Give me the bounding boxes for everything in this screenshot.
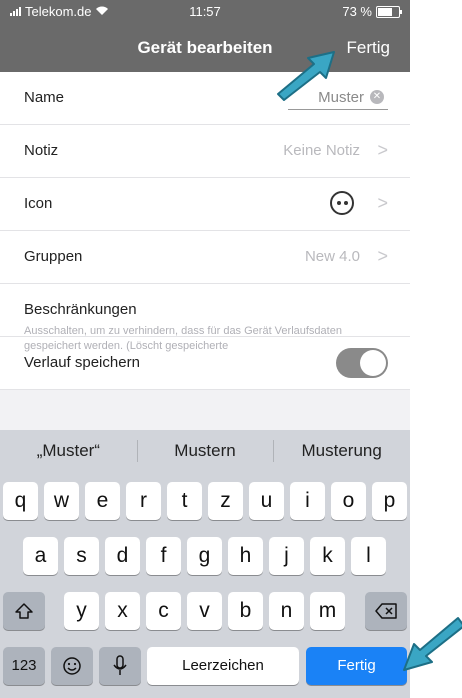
key-m[interactable]: m — [310, 592, 345, 630]
row-icon-label: Icon — [24, 195, 53, 212]
row-gruppen[interactable]: Gruppen New 4.0 > — [0, 231, 410, 284]
key-y[interactable]: y — [64, 592, 99, 630]
row-beschraenkungen-label: Beschränkungen — [24, 301, 137, 318]
suggestion-item[interactable]: „Muster“ — [0, 430, 137, 472]
row-verlauf-label: Verlauf speichern — [24, 354, 140, 371]
emoji-icon — [63, 657, 81, 675]
key-z[interactable]: z — [208, 482, 243, 520]
space-key[interactable]: Leerzeichen — [147, 647, 299, 685]
navigation-bar: Telekom.de 11:57 73 % Gerät bearbeiten F… — [0, 0, 410, 72]
battery-icon — [376, 5, 402, 18]
shift-key[interactable] — [3, 592, 45, 630]
dictation-key[interactable] — [99, 647, 141, 685]
device-icon — [330, 191, 354, 215]
key-v[interactable]: v — [187, 592, 222, 630]
suggestion-item[interactable]: Mustern — [136, 430, 274, 472]
key-q[interactable]: q — [3, 482, 38, 520]
annotation-arrow-icon — [277, 51, 335, 101]
row-name[interactable]: Name ✕ — [0, 72, 410, 125]
battery-percentage: 73 % — [342, 4, 372, 19]
key-j[interactable]: j — [269, 537, 304, 575]
microphone-icon — [113, 655, 127, 675]
key-u[interactable]: u — [249, 482, 284, 520]
key-g[interactable]: g — [187, 537, 222, 575]
key-s[interactable]: s — [64, 537, 99, 575]
suggestion-item[interactable]: Musterung — [273, 430, 410, 472]
key-w[interactable]: w — [44, 482, 79, 520]
annotation-arrow-icon — [403, 617, 462, 671]
status-bar: Telekom.de 11:57 73 % — [10, 4, 402, 22]
row-icon[interactable]: Icon > — [0, 178, 410, 231]
chevron-right-icon: > — [377, 193, 388, 213]
row-gruppen-label: Gruppen — [24, 248, 83, 265]
chevron-right-icon: > — [377, 140, 388, 160]
row-gruppen-value: New 4.0 — [304, 248, 360, 265]
battery-indicator: 73 % — [342, 4, 402, 19]
chevron-right-icon: > — [377, 246, 388, 266]
key-c[interactable]: c — [146, 592, 181, 630]
key-e[interactable]: e — [85, 482, 120, 520]
key-o[interactable]: o — [331, 482, 366, 520]
numbers-key[interactable]: 123 — [3, 647, 45, 685]
key-l[interactable]: l — [351, 537, 386, 575]
backspace-icon — [375, 603, 397, 619]
row-name-label: Name — [24, 89, 65, 106]
key-k[interactable]: k — [310, 537, 345, 575]
key-r[interactable]: r — [126, 482, 161, 520]
keyboard: „Muster“ Mustern Musterung q w e r t z u… — [0, 430, 410, 698]
key-x[interactable]: x — [105, 592, 140, 630]
suggestion-bar: „Muster“ Mustern Musterung — [0, 430, 410, 472]
key-n[interactable]: n — [269, 592, 304, 630]
done-button[interactable]: Fertig — [347, 38, 390, 58]
row-notiz[interactable]: Notiz Keine Notiz > — [0, 125, 410, 178]
emoji-key[interactable] — [51, 647, 93, 685]
key-p[interactable]: p — [372, 482, 407, 520]
key-i[interactable]: i — [290, 482, 325, 520]
key-b[interactable]: b — [228, 592, 263, 630]
key-t[interactable]: t — [167, 482, 202, 520]
verlauf-footnote: Ausschalten, um zu verhindern, dass für … — [24, 325, 342, 352]
phone-screen: Telekom.de 11:57 73 % Gerät bearbeiten F… — [0, 0, 410, 698]
keyboard-done-key[interactable]: Fertig — [306, 647, 407, 685]
row-notiz-value: Keine Notiz — [283, 142, 360, 159]
row-notiz-label: Notiz — [24, 142, 59, 159]
key-h[interactable]: h — [228, 537, 263, 575]
shift-icon — [15, 603, 33, 619]
key-a[interactable]: a — [23, 537, 58, 575]
key-d[interactable]: d — [105, 537, 140, 575]
clear-icon[interactable]: ✕ — [370, 90, 384, 104]
key-f[interactable]: f — [146, 537, 181, 575]
